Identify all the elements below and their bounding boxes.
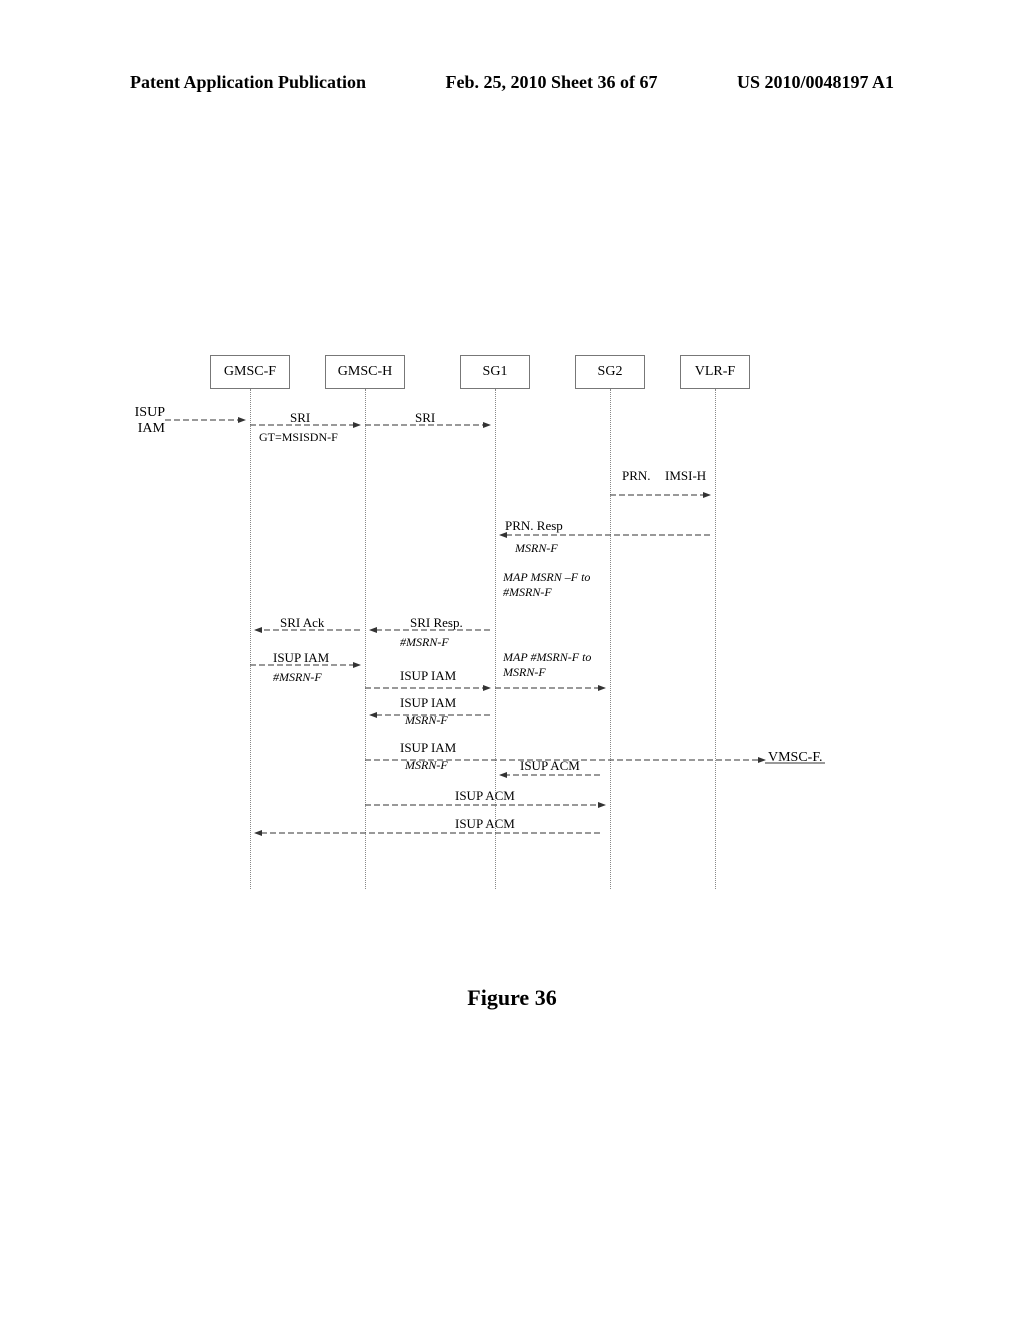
figure-caption: Figure 36 (0, 985, 1024, 1011)
header-right: US 2010/0048197 A1 (737, 72, 894, 93)
page-header: Patent Application Publication Feb. 25, … (0, 72, 1024, 93)
sequence-diagram: GMSC-F GMSC-H SG1 SG2 VLR-F ISUP IAM VMS… (125, 355, 885, 895)
header-left: Patent Application Publication (130, 72, 366, 93)
header-center: Feb. 25, 2010 Sheet 36 of 67 (446, 72, 658, 93)
arrows-svg (125, 355, 885, 895)
